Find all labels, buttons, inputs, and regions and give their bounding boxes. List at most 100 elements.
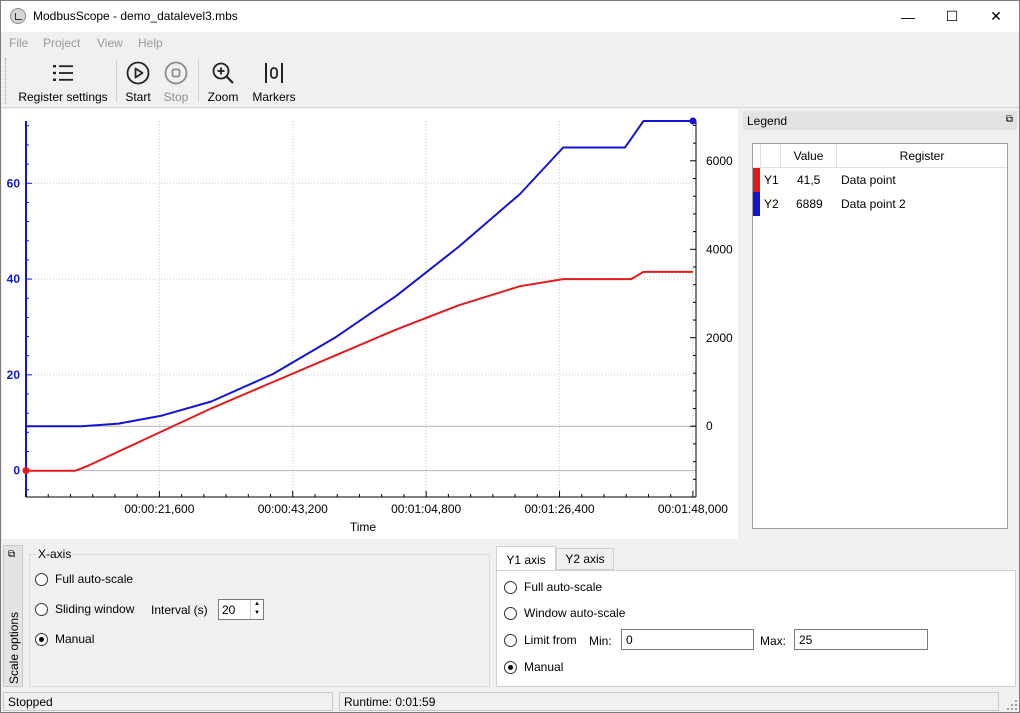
x-full-auto-scale-radio[interactable]: Full auto-scale xyxy=(35,572,133,586)
x-manual-radio[interactable]: Manual xyxy=(35,632,94,646)
series-line-y1[interactable] xyxy=(26,270,693,472)
legend-color-swatch xyxy=(753,192,760,216)
interval-spinbox[interactable]: 20 ▲ ▼ xyxy=(218,599,264,620)
radio-indicator[interactable] xyxy=(504,660,517,674)
radio-indicator[interactable] xyxy=(35,572,48,586)
y1-tick-label: 0 xyxy=(13,464,20,478)
menu-view[interactable]: View xyxy=(97,36,123,50)
scale-options-dock-tab[interactable]: ⧉ Scale options xyxy=(3,545,23,687)
legend-register-header[interactable]: Register xyxy=(837,144,1007,168)
x-sliding-window-label: Sliding window xyxy=(55,602,135,616)
interval-label: Interval (s) xyxy=(151,603,208,617)
resize-grip-icon[interactable] xyxy=(1007,700,1017,710)
y-full-auto-scale-label: Full auto-scale xyxy=(524,580,603,594)
y-manual-label: Manual xyxy=(524,660,564,674)
radio-indicator[interactable] xyxy=(35,602,48,616)
markers-button[interactable]: Markers xyxy=(250,57,298,105)
legend-color-swatch xyxy=(753,168,760,192)
zoom-in-icon xyxy=(212,62,234,84)
stop-label: Stop xyxy=(163,90,189,104)
radio-indicator[interactable] xyxy=(35,632,48,646)
zoom-button[interactable]: Zoom xyxy=(204,57,242,105)
x-axis-group-title: X-axis xyxy=(36,547,74,561)
x-axis-label: Time xyxy=(350,520,377,534)
menu-help[interactable]: Help xyxy=(138,36,163,50)
min-input[interactable]: 0 xyxy=(621,629,754,650)
tab-y2-axis[interactable]: Y2 axis xyxy=(556,548,614,570)
float-window-icon[interactable]: ⧉ xyxy=(1006,114,1013,125)
marker-point-y2 xyxy=(689,117,697,125)
main-window: ModbusScope - demo_datalevel3.mbs — ☐ ✕ … xyxy=(0,0,1020,713)
radio-indicator[interactable] xyxy=(504,633,517,647)
legend-register: Data point 2 xyxy=(841,197,906,211)
legend-table[interactable]: Value Register Y1 41,5 Data point Y2 688… xyxy=(752,143,1008,529)
maximize-button[interactable]: ☐ xyxy=(929,1,975,32)
status-bar: Stopped Runtime: 0:01:59 xyxy=(1,691,1019,712)
series-line-y2[interactable] xyxy=(26,120,693,428)
play-icon xyxy=(126,61,150,85)
x-manual-label: Manual xyxy=(55,632,95,646)
toolbar-separator xyxy=(116,60,117,102)
tab-y1-axis[interactable]: Y1 axis xyxy=(496,546,556,572)
legend-color-header xyxy=(753,144,761,168)
stop-button[interactable]: Stop xyxy=(160,57,192,105)
list-icon xyxy=(53,65,73,81)
y-limit-from-label: Limit from xyxy=(524,633,577,647)
y2-tick-label: 4000 xyxy=(706,242,733,256)
scale-options-label: Scale options xyxy=(7,611,21,684)
marker-point-y1 xyxy=(22,467,30,475)
y-window-auto-scale-radio[interactable]: Window auto-scale xyxy=(504,606,625,620)
status-state: Stopped xyxy=(3,692,333,711)
x-full-auto-scale-label: Full auto-scale xyxy=(55,572,134,586)
radio-indicator[interactable] xyxy=(504,580,517,594)
status-runtime: Runtime: 0:01:59 xyxy=(339,692,999,711)
close-button[interactable]: ✕ xyxy=(973,1,1019,32)
y-window-auto-scale-label: Window auto-scale xyxy=(524,606,626,620)
legend-row[interactable]: Y1 41,5 Data point xyxy=(753,168,1007,192)
start-button[interactable]: Start xyxy=(122,57,154,105)
markers-label: Markers xyxy=(252,90,296,104)
register-settings-button[interactable]: Register settings xyxy=(15,57,111,105)
y1-tick-label: 20 xyxy=(7,368,21,382)
minimize-button[interactable]: — xyxy=(885,1,931,32)
legend-title-text: Legend xyxy=(747,114,788,128)
float-window-icon[interactable]: ⧉ xyxy=(8,549,15,560)
legend-header: Value Register xyxy=(753,144,1007,168)
toolbar-separator xyxy=(198,60,199,102)
plot-area[interactable]: 00:00:21,600 00:00:43,200 00:01:04,800 00:0… xyxy=(2,109,738,539)
x-tick-label: 00:01:48,000 xyxy=(658,502,728,516)
y2-tick-label: 6000 xyxy=(706,154,733,168)
interval-value: 20 xyxy=(222,603,236,617)
y2-tick-label: 2000 xyxy=(706,331,733,345)
x-sliding-window-radio[interactable]: Sliding window xyxy=(35,602,134,616)
markers-icon xyxy=(265,63,283,83)
legend-register: Data point xyxy=(841,173,896,187)
toolbar-grip[interactable] xyxy=(5,58,8,104)
app-icon xyxy=(10,8,26,24)
toolbar: Register settings Start Stop Zoom Marker… xyxy=(1,54,1019,108)
y-full-auto-scale-radio[interactable]: Full auto-scale xyxy=(504,580,602,594)
legend-value-header[interactable]: Value xyxy=(781,144,837,168)
y2-tick-label: 0 xyxy=(706,419,713,433)
start-label: Start xyxy=(125,90,151,104)
spin-down-icon[interactable]: ▼ xyxy=(251,609,263,618)
scope-chart[interactable]: 00:00:21,600 00:00:43,200 00:01:04,800 00:0… xyxy=(2,109,738,539)
x-tick-label: 00:01:04,800 xyxy=(391,502,461,516)
y-limit-from-radio[interactable]: Limit from xyxy=(504,633,577,647)
legend-axis: Y1 xyxy=(764,173,779,187)
max-label: Max: xyxy=(760,634,787,648)
y-manual-radio[interactable]: Manual xyxy=(504,660,563,674)
zoom-label: Zoom xyxy=(207,90,239,104)
max-input[interactable]: 25 xyxy=(794,629,928,650)
spin-up-icon[interactable]: ▲ xyxy=(251,600,263,609)
menu-file[interactable]: File xyxy=(9,36,28,50)
legend-dock-title: Legend ⧉ xyxy=(743,111,1017,130)
y1-tick-label: 40 xyxy=(7,272,21,286)
y1-tick-label: 60 xyxy=(7,176,21,190)
x-tick-label: 00:01:26,400 xyxy=(524,502,594,516)
legend-row[interactable]: Y2 6889 Data point 2 xyxy=(753,192,1007,216)
legend-dock: Legend ⧉ Value Register Y1 41,5 Data poi… xyxy=(741,109,1019,539)
radio-indicator[interactable] xyxy=(504,606,517,620)
menu-project[interactable]: Project xyxy=(43,36,80,50)
spin-arrows[interactable]: ▲ ▼ xyxy=(250,600,263,619)
